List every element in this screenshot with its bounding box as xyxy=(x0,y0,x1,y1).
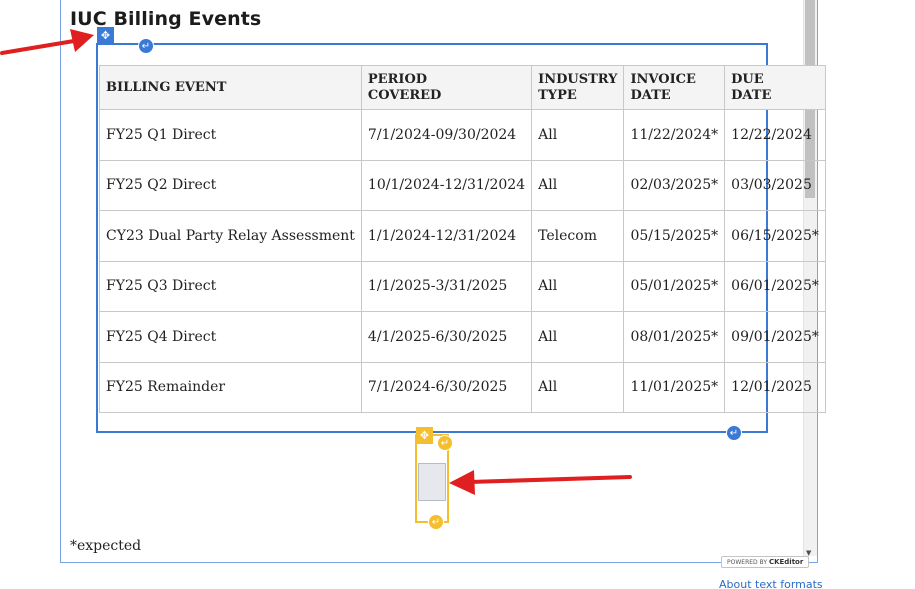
table-cell[interactable]: FY25 Q2 Direct xyxy=(99,159,362,211)
table-row: FY25 Q1 Direct 7/1/2024-09/30/2024 All 1… xyxy=(99,109,826,161)
table-cell[interactable]: 05/01/2025* xyxy=(623,260,726,312)
table-cell[interactable]: 06/01/2025* xyxy=(724,260,826,312)
header-text: INDUSTRY xyxy=(538,71,618,87)
header-text: DATE xyxy=(731,87,772,103)
return-arrow-icon[interactable]: ↵ xyxy=(726,425,742,441)
header-invoice-date[interactable]: INVOICE DATE xyxy=(623,65,726,110)
move-icon[interactable]: ✥ xyxy=(97,27,114,44)
billing-events-table: BILLING EVENT PERIOD COVERED INDUSTRY TYPE… xyxy=(99,65,826,413)
table-cell[interactable]: FY25 Remainder xyxy=(99,361,362,413)
empty-image-placeholder[interactable] xyxy=(418,463,446,501)
header-text: TYPE xyxy=(538,87,577,103)
header-text: DUE xyxy=(731,71,764,87)
header-text: COVERED xyxy=(367,87,442,103)
table-row: CY23 Dual Party Relay Assessment 1/1/202… xyxy=(99,210,826,262)
table-cell[interactable]: All xyxy=(531,311,625,363)
header-text: DATE xyxy=(630,87,671,103)
ckeditor-screen: ▼ IUC Billing Events ✥ ↵ ↵ BILLING EVENT… xyxy=(0,0,915,589)
move-icon[interactable]: ✥ xyxy=(416,427,433,444)
header-text: INVOICE xyxy=(630,71,696,87)
table-cell[interactable]: 1/1/2025-3/31/2025 xyxy=(360,260,533,312)
table-cell[interactable]: 7/1/2024-6/30/2025 xyxy=(360,361,533,413)
table-row: FY25 Q3 Direct 1/1/2025-3/31/2025 All 05… xyxy=(99,260,826,312)
header-text: BILLING EVENT xyxy=(106,79,227,95)
table-cell[interactable]: CY23 Dual Party Relay Assessment xyxy=(99,210,362,262)
powered-by-ckeditor-badge[interactable]: POWERED BY CKEditor xyxy=(721,556,810,568)
table-cell[interactable]: All xyxy=(531,109,625,161)
table-cell[interactable]: 02/03/2025* xyxy=(623,159,726,211)
ckeditor-logo: CKEditor xyxy=(768,558,804,566)
header-industry-type[interactable]: INDUSTRY TYPE xyxy=(531,65,625,110)
footnote-expected: *expected xyxy=(70,538,142,554)
table-cell[interactable]: 1/1/2024-12/31/2024 xyxy=(360,210,533,262)
table-row: FY25 Q2 Direct 10/1/2024-12/31/2024 All … xyxy=(99,159,826,211)
table-header-row: BILLING EVENT PERIOD COVERED INDUSTRY TYPE… xyxy=(99,65,826,110)
table-row: FY25 Q4 Direct 4/1/2025-6/30/2025 All 08… xyxy=(99,311,826,363)
header-due-date[interactable]: DUE DATE xyxy=(724,65,826,110)
return-arrow-icon[interactable]: ↵ xyxy=(437,435,453,451)
table-cell[interactable]: Telecom xyxy=(531,210,625,262)
table-cell[interactable]: 7/1/2024-09/30/2024 xyxy=(360,109,533,161)
table-cell[interactable]: 12/22/2024 xyxy=(724,109,826,161)
table-cell[interactable]: 08/01/2025* xyxy=(623,311,726,363)
table-cell[interactable]: All xyxy=(531,260,625,312)
table-cell[interactable]: FY25 Q1 Direct xyxy=(99,109,362,161)
table-cell[interactable]: FY25 Q3 Direct xyxy=(99,260,362,312)
table-row: FY25 Remainder 7/1/2024-6/30/2025 All 11… xyxy=(99,361,826,413)
header-period-covered[interactable]: PERIOD COVERED xyxy=(360,65,533,110)
return-arrow-icon[interactable]: ↵ xyxy=(138,38,154,54)
about-text-formats-link[interactable]: About text formats xyxy=(719,578,823,589)
table-cell[interactable]: 11/01/2025* xyxy=(623,361,726,413)
return-arrow-icon[interactable]: ↵ xyxy=(428,514,444,530)
table-cell[interactable]: 4/1/2025-6/30/2025 xyxy=(360,311,533,363)
table-cell[interactable]: 10/1/2024-12/31/2024 xyxy=(360,159,533,211)
table-cell[interactable]: 11/22/2024* xyxy=(623,109,726,161)
table-cell[interactable]: 03/03/2025 xyxy=(724,159,826,211)
table-cell[interactable]: FY25 Q4 Direct xyxy=(99,311,362,363)
table-cell[interactable]: All xyxy=(531,159,625,211)
header-billing-event[interactable]: BILLING EVENT xyxy=(99,65,362,110)
header-text: PERIOD xyxy=(367,71,428,87)
table-cell[interactable]: 09/01/2025* xyxy=(724,311,826,363)
table-cell[interactable]: 06/15/2025* xyxy=(724,210,826,262)
table-cell[interactable]: 12/01/2025 xyxy=(724,361,826,413)
powered-by-label: POWERED BY xyxy=(727,559,768,566)
table-cell[interactable]: All xyxy=(531,361,625,413)
table-cell[interactable]: 05/15/2025* xyxy=(623,210,726,262)
